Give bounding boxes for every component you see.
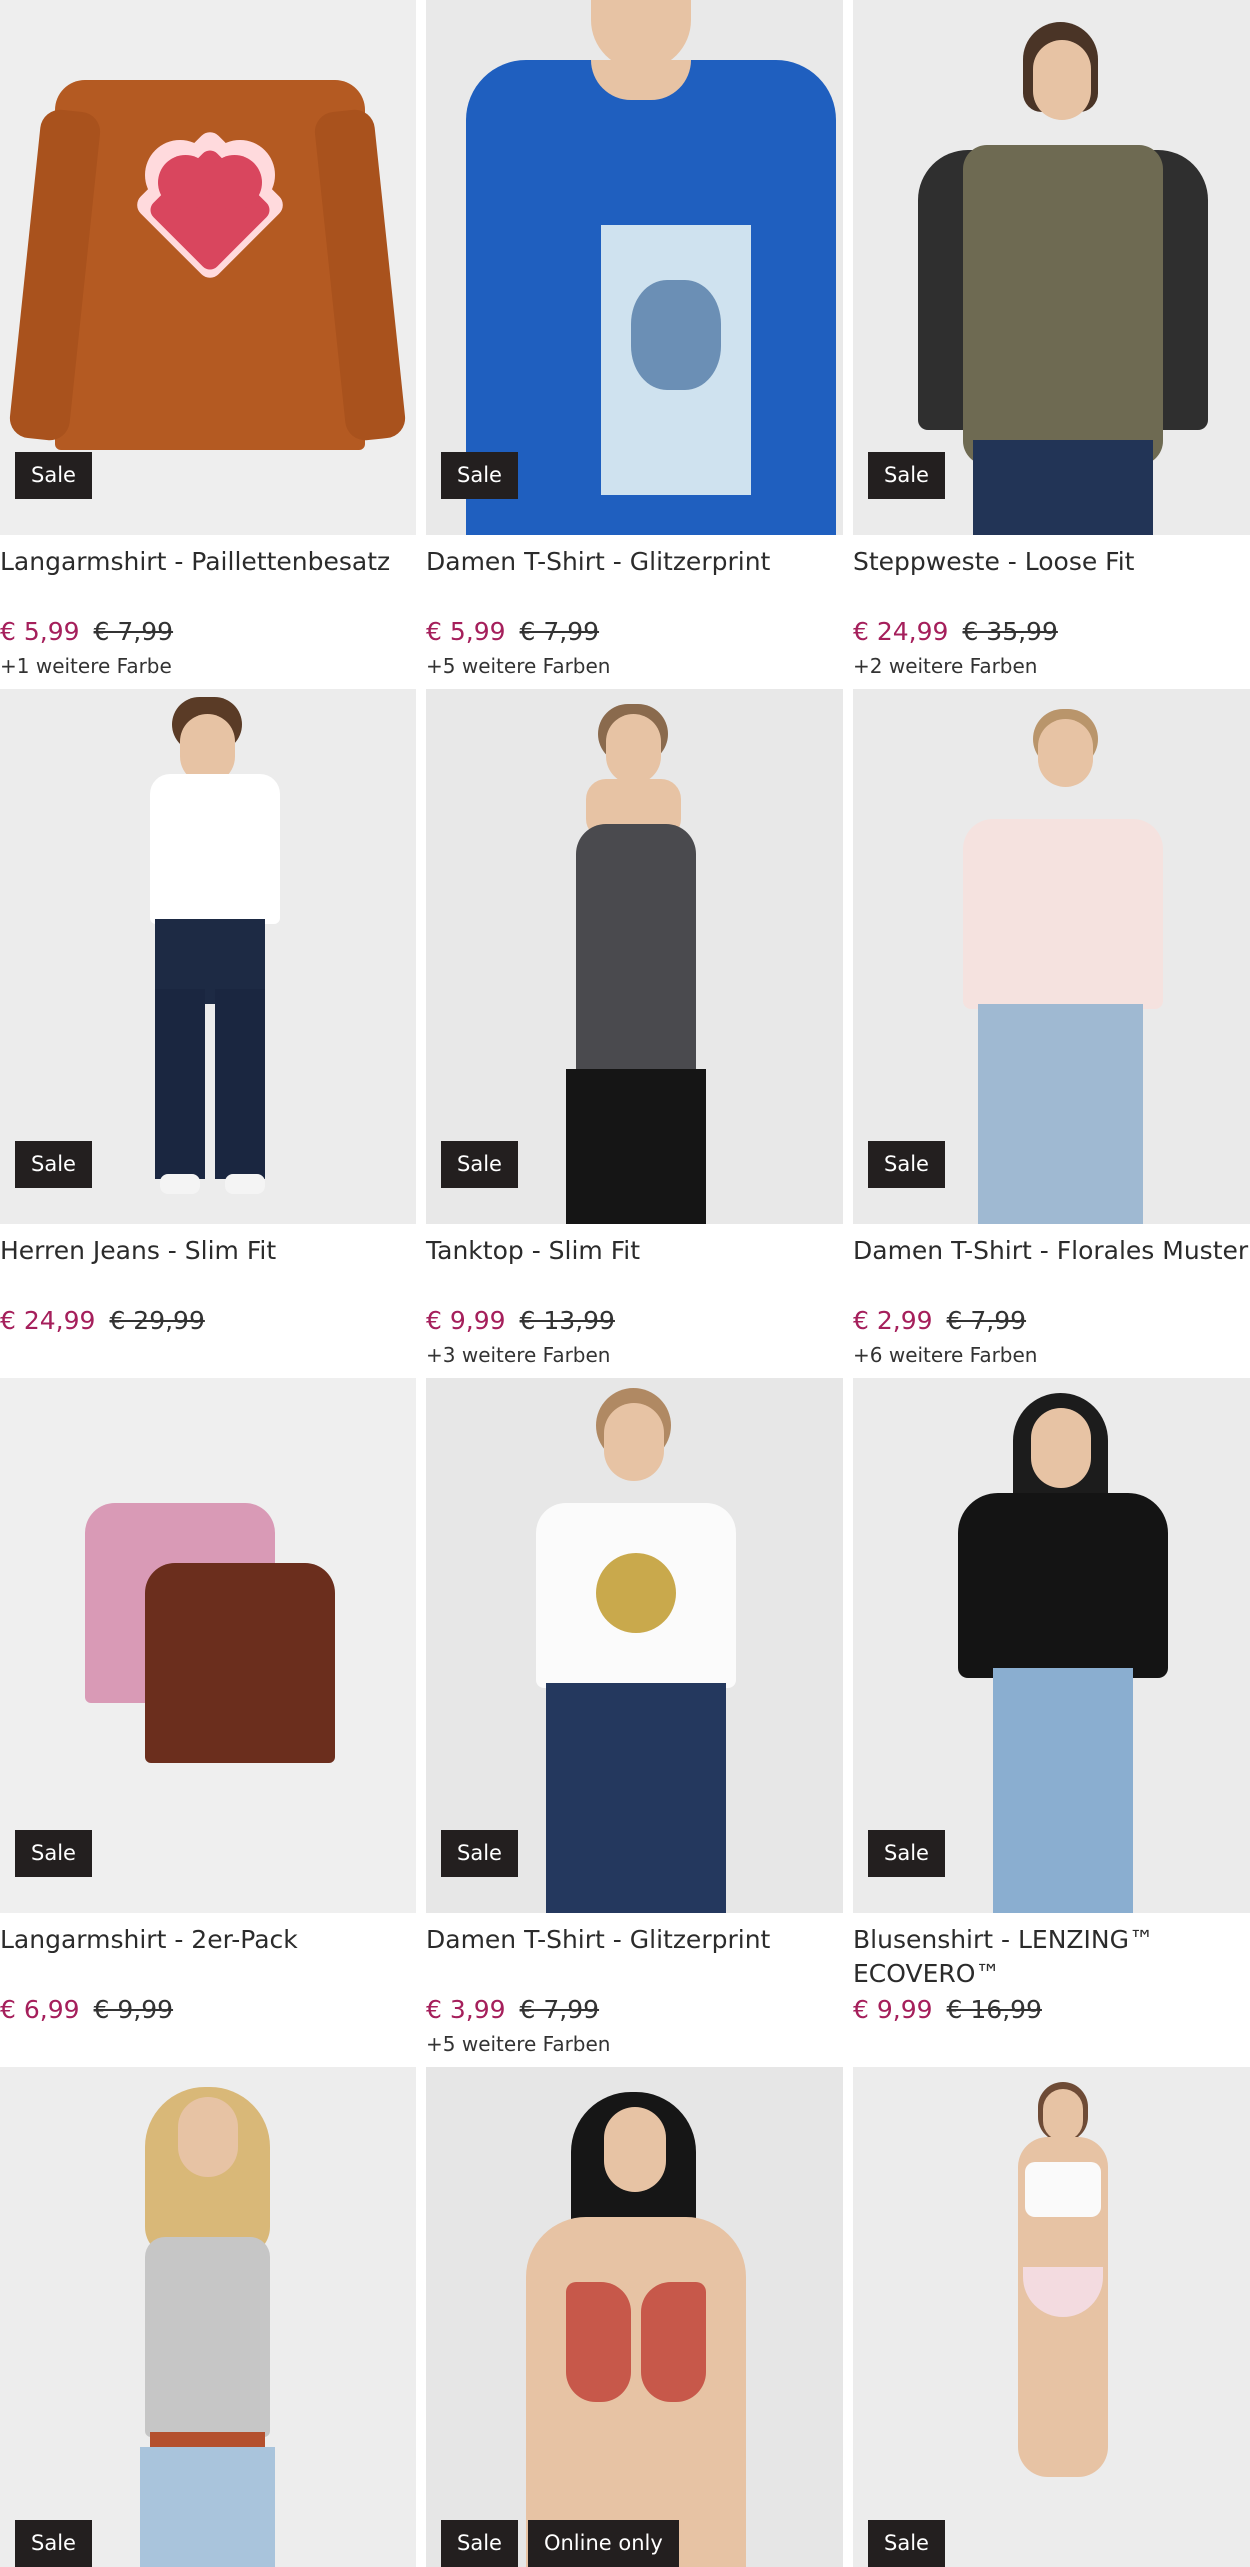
- old-price: € 16,99: [946, 1995, 1042, 2024]
- online-only-badge: Online only: [527, 2520, 679, 2567]
- product-card[interactable]: Sale Steppweste - Loose Fit € 24,99 € 35…: [853, 0, 1250, 689]
- product-card[interactable]: Sale Damen T-Shirt - Florales Muster € 2…: [853, 689, 1250, 1378]
- product-image[interactable]: Sale Online only: [426, 2067, 843, 2567]
- sale-price: € 6,99: [0, 1995, 80, 2024]
- more-colors-link[interactable]: +5 weitere Farben: [426, 654, 843, 678]
- badges: Sale: [868, 1141, 945, 1188]
- product-image[interactable]: Sale: [426, 0, 843, 535]
- sale-badge: Sale: [868, 2520, 945, 2567]
- sale-price: € 24,99: [0, 1306, 96, 1335]
- sale-price: € 9,99: [426, 1306, 506, 1335]
- product-card[interactable]: Sale Damen T-Shirt - Glitzerprint € 5,99…: [426, 0, 843, 689]
- sale-badge: Sale: [441, 2520, 518, 2567]
- product-image[interactable]: Sale: [426, 1378, 843, 1913]
- product-image[interactable]: Sale: [853, 689, 1250, 1224]
- old-price: € 13,99: [519, 1306, 615, 1335]
- sale-badge: Sale: [868, 1141, 945, 1188]
- sale-badge: Sale: [441, 1830, 518, 1877]
- product-title[interactable]: Langarmshirt - 2er-Pack: [0, 1923, 416, 1991]
- old-price: € 35,99: [962, 617, 1058, 646]
- sale-price: € 9,99: [853, 1995, 933, 2024]
- sale-badge: Sale: [441, 1141, 518, 1188]
- product-image[interactable]: Sale: [853, 0, 1250, 535]
- product-card[interactable]: Sale Online only: [426, 2067, 843, 2567]
- more-colors-link[interactable]: +3 weitere Farben: [426, 1343, 843, 1367]
- product-image[interactable]: Sale: [0, 2067, 416, 2567]
- badges: Sale: [441, 1141, 518, 1188]
- sale-price: € 2,99: [853, 1306, 933, 1335]
- price-row: € 6,99 € 9,99: [0, 1995, 416, 2024]
- price-row: € 2,99 € 7,99: [853, 1306, 1250, 1335]
- product-title[interactable]: Damen T-Shirt - Glitzerprint: [426, 545, 843, 613]
- price-row: € 5,99 € 7,99: [0, 617, 416, 646]
- badges: Sale: [868, 452, 945, 499]
- product-card[interactable]: Sale: [853, 2067, 1250, 2567]
- product-image[interactable]: Sale: [853, 2067, 1250, 2567]
- sale-price: € 24,99: [853, 617, 949, 646]
- more-colors-link[interactable]: +2 weitere Farben: [853, 654, 1250, 678]
- sale-price: € 5,99: [426, 617, 506, 646]
- product-image[interactable]: Sale: [426, 689, 843, 1224]
- product-title[interactable]: Tanktop - Slim Fit: [426, 1234, 843, 1302]
- price-row: € 5,99 € 7,99: [426, 617, 843, 646]
- product-title[interactable]: Herren Jeans - Slim Fit: [0, 1234, 416, 1302]
- more-colors-link[interactable]: +1 weitere Farbe: [0, 654, 416, 678]
- sale-badge: Sale: [868, 1830, 945, 1877]
- price-row: € 9,99 € 13,99: [426, 1306, 843, 1335]
- old-price: € 29,99: [109, 1306, 205, 1335]
- sale-badge: Sale: [15, 1830, 92, 1877]
- badges: Sale: [868, 1830, 945, 1877]
- badges: Sale: [15, 1830, 92, 1877]
- sale-badge: Sale: [441, 452, 518, 499]
- price-row: € 9,99 € 16,99: [853, 1995, 1250, 2024]
- old-price: € 7,99: [946, 1306, 1027, 1335]
- product-image[interactable]: Sale: [0, 689, 416, 1224]
- product-card[interactable]: Sale Tanktop - Slim Fit € 9,99 € 13,99 +…: [426, 689, 843, 1378]
- sale-badge: Sale: [15, 452, 92, 499]
- sale-price: € 3,99: [426, 1995, 506, 2024]
- sale-badge: Sale: [15, 2520, 92, 2567]
- old-price: € 9,99: [93, 1995, 174, 2024]
- badges: Sale: [15, 2520, 92, 2567]
- product-title[interactable]: Langarmshirt - Paillettenbesatz: [0, 545, 416, 613]
- sale-price: € 5,99: [0, 617, 80, 646]
- product-card[interactable]: Sale Damen T-Shirt - Glitzerprint € 3,99…: [426, 1378, 843, 2067]
- sale-badge: Sale: [15, 1141, 92, 1188]
- badges: Sale: [441, 1830, 518, 1877]
- more-colors-link[interactable]: +5 weitere Farben: [426, 2032, 843, 2056]
- old-price: € 7,99: [519, 1995, 600, 2024]
- product-card[interactable]: Sale Herren Jeans - Slim Fit € 24,99 € 2…: [0, 689, 416, 1378]
- product-card[interactable]: Sale Blusenshirt - LENZING™ ECOVERO™ € 9…: [853, 1378, 1250, 2067]
- badges: Sale: [15, 1141, 92, 1188]
- old-price: € 7,99: [519, 617, 600, 646]
- product-card[interactable]: Sale Langarmshirt - 2er-Pack € 6,99 € 9,…: [0, 1378, 416, 2067]
- product-card[interactable]: Sale: [0, 2067, 416, 2567]
- product-card[interactable]: Sale Langarmshirt - Paillettenbesatz € 5…: [0, 0, 416, 689]
- badges: Sale: [868, 2520, 945, 2567]
- product-image[interactable]: Sale: [0, 1378, 416, 1913]
- product-title[interactable]: Blusenshirt - LENZING™ ECOVERO™: [853, 1923, 1250, 1991]
- product-title[interactable]: Damen T-Shirt - Florales Muster: [853, 1234, 1250, 1302]
- sale-badge: Sale: [868, 452, 945, 499]
- badges: Sale: [441, 452, 518, 499]
- product-image[interactable]: Sale: [0, 0, 416, 535]
- badges: Sale Online only: [441, 2520, 679, 2567]
- more-colors-link[interactable]: +6 weitere Farben: [853, 1343, 1250, 1367]
- badges: Sale: [15, 452, 92, 499]
- product-grid: Sale Langarmshirt - Paillettenbesatz € 5…: [0, 0, 1250, 2567]
- price-row: € 24,99 € 35,99: [853, 617, 1250, 646]
- price-row: € 24,99 € 29,99: [0, 1306, 416, 1335]
- product-title[interactable]: Damen T-Shirt - Glitzerprint: [426, 1923, 843, 1991]
- old-price: € 7,99: [93, 617, 174, 646]
- product-image[interactable]: Sale: [853, 1378, 1250, 1913]
- product-title[interactable]: Steppweste - Loose Fit: [853, 545, 1250, 613]
- price-row: € 3,99 € 7,99: [426, 1995, 843, 2024]
